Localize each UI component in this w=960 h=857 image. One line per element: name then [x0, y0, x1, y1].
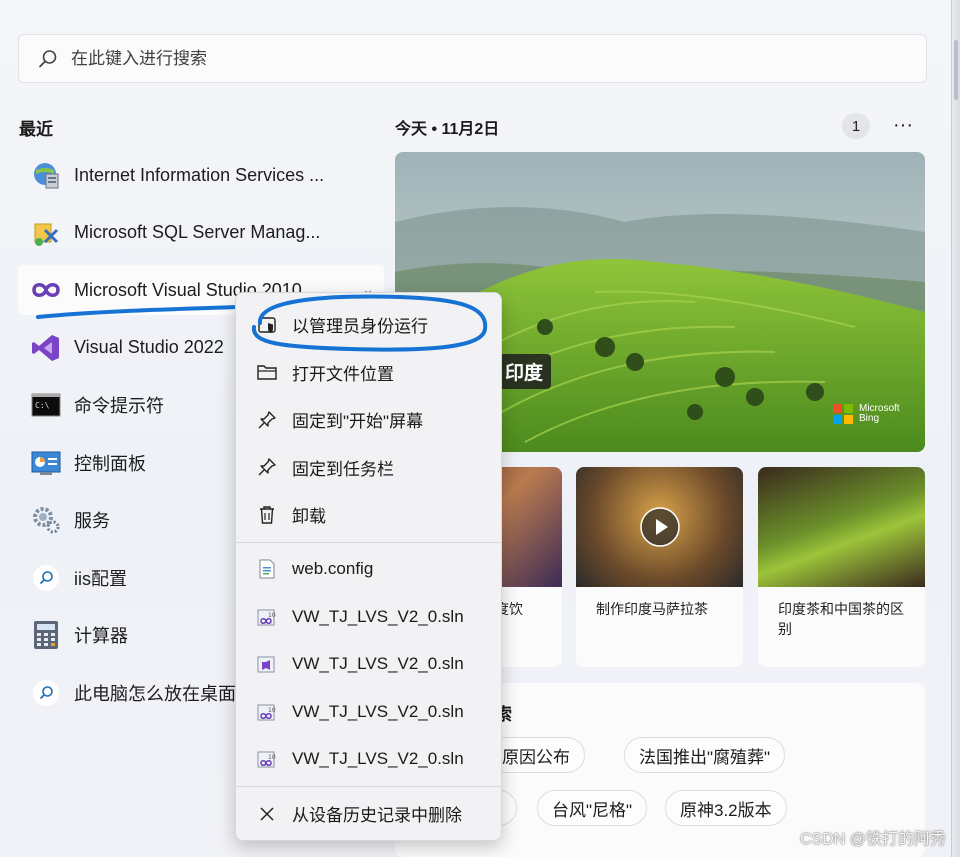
pin-icon: [256, 456, 278, 478]
menu-item-label: VW_TJ_LVS_V2_0.sln: [292, 606, 464, 626]
menu-item-label: 打开文件位置: [292, 364, 394, 384]
news-card-caption: 印度茶和中国茶的区别: [778, 601, 904, 637]
command-prompt-icon: C:\: [30, 389, 62, 421]
menu-item-uninstall[interactable]: 卸载: [236, 491, 501, 539]
search-result-icon: [30, 562, 62, 594]
menu-item-label: 固定到任务栏: [292, 459, 394, 479]
recent-item-label: Microsoft SQL Server Manag...: [74, 222, 321, 242]
menu-item-label: 从设备历史记录中删除: [292, 806, 462, 826]
close-icon: [256, 803, 278, 825]
recent-item-label: 计算器: [74, 626, 128, 646]
config-file-icon: [256, 558, 278, 580]
sln-file-icon: 10: [256, 748, 278, 770]
trash-icon: [256, 504, 278, 526]
play-icon[interactable]: [640, 507, 680, 547]
menu-item-label: web.config: [292, 559, 374, 579]
trending-chip[interactable]: 法国推出"腐殖葬": [624, 737, 786, 773]
menu-item-recent-file[interactable]: web.config: [236, 546, 501, 594]
search-result-icon: [30, 677, 62, 709]
menu-item-label: 卸载: [292, 507, 326, 527]
svg-text:C:\: C:\: [35, 401, 50, 410]
menu-item-recent-file[interactable]: 10 VW_TJ_LVS_V2_0.sln: [236, 736, 501, 784]
calculator-icon: [30, 619, 62, 651]
microsoft-logo-icon: [833, 404, 853, 424]
menu-item-open-file-location[interactable]: 打开文件位置: [236, 349, 501, 397]
folder-icon: [256, 361, 278, 383]
sql-server-icon: [30, 217, 62, 249]
window-edge-scrollbar[interactable]: [951, 0, 960, 857]
csdn-watermark: CSDN @铁打的阿秀: [799, 831, 946, 848]
menu-separator: [236, 786, 501, 787]
recent-title: 最近: [19, 120, 53, 139]
recent-item-label: Visual Studio 2022: [74, 337, 224, 357]
scrollbar-thumb[interactable]: [954, 40, 958, 100]
recent-item-label: iis配置: [74, 568, 127, 589]
recent-item-iis[interactable]: Internet Information Services ...: [18, 150, 384, 200]
recent-item-label: 此电脑怎么放在桌面: [74, 683, 236, 704]
recent-item-label: 控制面板: [74, 453, 146, 474]
svg-text:10: 10: [268, 754, 276, 761]
services-gear-icon: [30, 504, 62, 536]
sln-file-icon: 10: [256, 701, 278, 723]
more-options-button[interactable]: ···: [888, 110, 918, 140]
menu-separator: [236, 541, 501, 543]
sln-file-icon: [256, 653, 278, 675]
svg-text:10: 10: [268, 612, 276, 619]
notification-count-badge[interactable]: 1: [842, 113, 870, 139]
search-icon: [39, 49, 57, 67]
today-title: 今天 • 11月2日: [395, 121, 500, 138]
menu-item-remove-from-history[interactable]: 从设备历史记录中删除: [236, 790, 501, 838]
svg-text:10: 10: [268, 707, 276, 714]
context-menu: 以管理员身份运行 打开文件位置 固定到"开始"屏幕 固定到任务栏 卸载 web.…: [235, 292, 502, 841]
recent-item-label: Internet Information Services ...: [74, 164, 325, 185]
menu-item-recent-file[interactable]: VW_TJ_LVS_V2_0.sln: [236, 641, 501, 689]
microsoft-bing-logo: Microsoft Bing: [833, 404, 903, 424]
visual-studio-2022-icon: [30, 332, 62, 364]
recent-item-sql-server[interactable]: Microsoft SQL Server Manag...: [18, 208, 384, 258]
search-input[interactable]: [71, 48, 671, 69]
trending-chip[interactable]: 台风"尼格": [537, 790, 648, 826]
news-card-caption: 制作印度马萨拉茶: [596, 601, 708, 617]
news-card-thumbnail: [576, 467, 743, 587]
news-card-thumbnail: [758, 467, 925, 587]
control-panel-icon: [30, 447, 62, 479]
menu-item-label: VW_TJ_LVS_V2_0.sln: [292, 749, 464, 769]
menu-item-label: 固定到"开始"屏幕: [292, 412, 424, 432]
recent-item-label: 命令提示符: [74, 396, 164, 416]
pin-icon: [256, 409, 278, 431]
menu-item-label: VW_TJ_LVS_V2_0.sln: [292, 654, 464, 674]
news-card-3[interactable]: 印度茶和中国茶的区别: [758, 467, 925, 667]
recent-item-label: 服务: [74, 511, 110, 531]
menu-item-recent-file[interactable]: 10 VW_TJ_LVS_V2_0.sln: [236, 593, 501, 641]
menu-item-pin-to-start[interactable]: 固定到"开始"屏幕: [236, 396, 501, 444]
menu-item-label: VW_TJ_LVS_V2_0.sln: [292, 701, 464, 721]
menu-item-pin-to-taskbar[interactable]: 固定到任务栏: [236, 444, 501, 492]
trending-chip[interactable]: 原神3.2版本: [665, 790, 787, 826]
annotation-circle: [251, 294, 488, 352]
news-card-2[interactable]: 制作印度马萨拉茶: [576, 467, 743, 667]
iis-manager-icon: [30, 159, 62, 191]
search-box[interactable]: [18, 34, 927, 83]
menu-item-recent-file[interactable]: 10 VW_TJ_LVS_V2_0.sln: [236, 688, 501, 736]
bing-brand-text: Microsoft Bing: [859, 403, 900, 424]
sln-file-icon: 10: [256, 606, 278, 628]
